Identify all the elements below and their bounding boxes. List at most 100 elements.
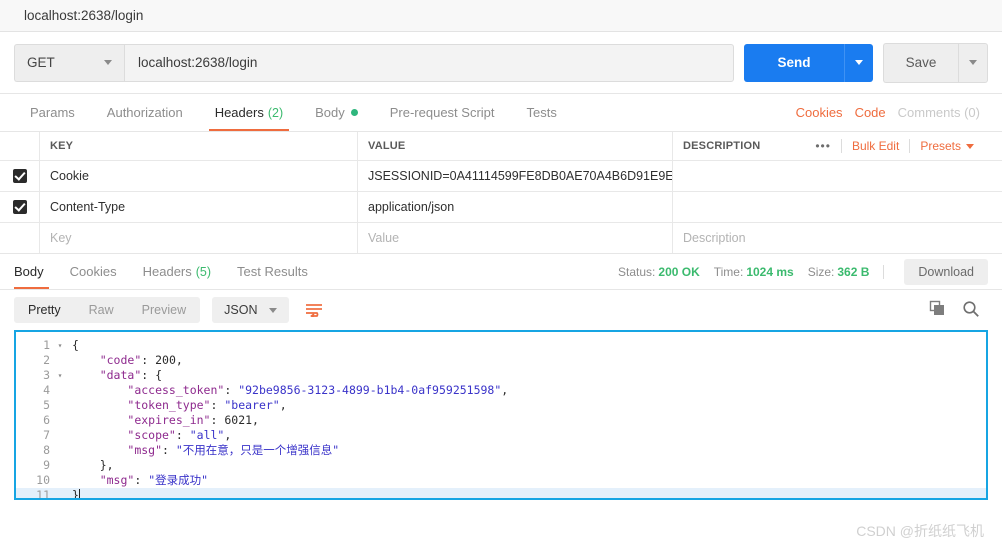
tab-label: Test Results xyxy=(237,264,308,279)
download-button[interactable]: Download xyxy=(904,258,988,285)
search-icon[interactable] xyxy=(962,300,980,321)
response-body-editor[interactable]: 1 ▾{2 "code": 200, 3 ▾ "data": {4 "access_t… xyxy=(14,330,988,500)
code-text: "msg": "不用在意，只是一个增强信息" xyxy=(127,443,340,457)
tab-pre-request-script[interactable]: Pre-request Script xyxy=(374,94,511,131)
view-mode-raw[interactable]: Raw xyxy=(75,297,128,323)
table-row[interactable]: Cookie JSESSIONID=0A41114599FE8DB0AE70A4… xyxy=(0,161,1002,192)
view-mode-pretty[interactable]: Pretty xyxy=(14,297,75,323)
code-lines-container[interactable]: 1 ▾{2 "code": 200, 3 ▾ "data": {4 "access_t… xyxy=(16,332,986,498)
text-cursor xyxy=(78,489,80,498)
browser-tabstrip: localhost:2638/login xyxy=(0,0,1002,32)
code-line[interactable]: 3 ▾ "data": { xyxy=(16,368,986,383)
new-header-value-input[interactable]: Value xyxy=(358,223,673,253)
code-line[interactable]: 7 "scope": "all", xyxy=(16,428,986,443)
tab-tests[interactable]: Tests xyxy=(511,94,573,131)
cookies-link[interactable]: Cookies xyxy=(796,105,843,120)
table-row[interactable]: Content-Type application/json xyxy=(0,192,1002,223)
save-button-group: Save xyxy=(883,42,988,83)
new-header-description-input[interactable]: Description xyxy=(673,223,1002,253)
copy-icon[interactable] xyxy=(929,300,946,320)
code-line[interactable]: 2 "code": 200, xyxy=(16,353,986,368)
comments-link[interactable]: Comments (0) xyxy=(898,105,980,120)
size-badge: Size: 362 B xyxy=(808,265,870,279)
time-badge: Time: 1024 ms xyxy=(714,265,794,279)
line-number: 4 xyxy=(43,383,50,397)
header-key-input[interactable]: Content-Type xyxy=(40,192,358,222)
chevron-down-icon xyxy=(855,60,863,65)
code-line[interactable]: 5 "token_type": "bearer", xyxy=(16,398,986,413)
request-tabs: Params Authorization Headers (2) Body Pr… xyxy=(0,94,1002,132)
new-header-key-input[interactable]: Key xyxy=(40,223,358,253)
line-number: 2 xyxy=(43,353,50,367)
more-options-icon[interactable]: ••• xyxy=(805,140,841,152)
tab-label: Params xyxy=(30,105,75,120)
tab-label: Tests xyxy=(526,105,557,120)
response-tab-body[interactable]: Body xyxy=(14,254,57,289)
tab-label: Pre-request Script xyxy=(389,105,495,120)
code-text: } xyxy=(72,488,80,500)
code-line[interactable]: 1 ▾ { xyxy=(16,338,986,353)
view-mode-preview[interactable]: Preview xyxy=(128,297,200,323)
response-format-label: JSON xyxy=(224,303,258,317)
send-options-button[interactable] xyxy=(844,43,873,82)
line-number: 1 xyxy=(43,338,50,352)
response-tabs: Body Cookies Headers (5) Test Results St… xyxy=(0,254,1002,290)
tab-authorization[interactable]: Authorization xyxy=(91,94,199,131)
http-method-select[interactable]: GET xyxy=(14,43,124,82)
status-value: 200 OK xyxy=(658,264,700,279)
select-all-cell xyxy=(0,132,40,160)
word-wrap-icon[interactable] xyxy=(303,300,325,320)
presets-label: Presets xyxy=(920,139,961,153)
request-tab-title[interactable]: localhost:2638/login xyxy=(24,8,143,23)
column-header-description: DESCRIPTION xyxy=(683,140,761,152)
code-line[interactable]: 4 "access_token": "92be9856-3123-4899-b1… xyxy=(16,383,986,398)
response-tab-test-results[interactable]: Test Results xyxy=(224,254,321,289)
code-line[interactable]: 8 "msg": "不用在意，只是一个增强信息" xyxy=(16,443,986,458)
chevron-down-icon xyxy=(969,60,977,65)
headers-table-actions: ••• Bulk Edit Presets xyxy=(805,132,992,160)
tab-count-badge: (2) xyxy=(267,105,284,120)
row-checkbox-cell[interactable] xyxy=(0,192,40,222)
tab-count-badge: (5) xyxy=(195,264,212,279)
header-description-input[interactable] xyxy=(673,161,1002,191)
code-text: }, xyxy=(99,458,114,472)
tab-headers[interactable]: Headers (2) xyxy=(199,94,299,131)
line-number: 5 xyxy=(43,398,50,412)
table-row-empty[interactable]: Key Value Description xyxy=(0,223,1002,253)
column-header-key: KEY xyxy=(40,132,358,160)
status-label: Status: xyxy=(618,264,656,279)
fold-toggle-icon[interactable]: ▾ xyxy=(54,338,66,353)
header-key-input[interactable]: Cookie xyxy=(40,161,358,191)
send-button[interactable]: Send xyxy=(744,43,844,82)
line-number: 6 xyxy=(43,413,50,427)
presets-button[interactable]: Presets xyxy=(910,139,984,153)
header-value-input[interactable]: JSESSIONID=0A41114599FE8DB0AE70A4B6D91E9… xyxy=(358,161,673,191)
row-checkbox-cell[interactable] xyxy=(0,161,40,191)
bulk-edit-link[interactable]: Bulk Edit xyxy=(842,139,909,153)
tab-body[interactable]: Body xyxy=(299,94,374,131)
save-button[interactable]: Save xyxy=(883,42,958,83)
url-input[interactable]: localhost:2638/login xyxy=(124,43,734,82)
code-line[interactable]: 9 }, xyxy=(16,458,986,473)
code-text: "scope": "all", xyxy=(127,428,232,442)
response-format-select[interactable]: JSON xyxy=(212,297,290,323)
response-body-tools xyxy=(929,300,988,321)
fold-toggle-icon[interactable]: ▾ xyxy=(54,368,66,383)
header-description-input[interactable] xyxy=(673,192,1002,222)
response-tab-cookies[interactable]: Cookies xyxy=(57,254,130,289)
tab-label: Body xyxy=(315,105,345,120)
row-checkbox[interactable] xyxy=(12,169,27,183)
code-line[interactable]: 6 "expires_in": 6021, xyxy=(16,413,986,428)
code-link[interactable]: Code xyxy=(855,105,886,120)
header-value-input[interactable]: application/json xyxy=(358,192,673,222)
body-present-dot-icon xyxy=(350,109,358,116)
tab-params[interactable]: Params xyxy=(14,94,91,131)
chevron-down-icon xyxy=(966,143,974,149)
response-tab-headers[interactable]: Headers (5) xyxy=(130,254,224,289)
save-options-button[interactable] xyxy=(958,42,988,83)
request-url-bar: GET localhost:2638/login Send Save xyxy=(0,32,1002,94)
code-line[interactable]: 10 "msg": "登录成功" xyxy=(16,473,986,488)
line-number: 8 xyxy=(43,443,50,457)
row-checkbox[interactable] xyxy=(12,200,27,214)
code-line[interactable]: 11} xyxy=(16,488,986,500)
